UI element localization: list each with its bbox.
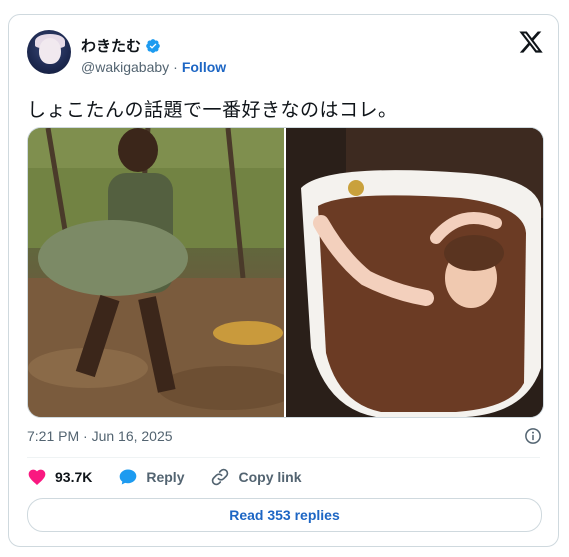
action-bar: 93.7K Reply Copy link	[27, 467, 302, 487]
reply-button[interactable]: Reply	[118, 467, 184, 487]
read-replies-button[interactable]: Read 353 replies	[27, 498, 542, 532]
tweet-text: しょこたんの話題で一番好きなのはコレ。	[27, 100, 398, 121]
follow-button[interactable]: Follow	[182, 59, 226, 75]
photo-cocoa-farm-illustration	[28, 128, 284, 417]
info-icon[interactable]	[524, 427, 542, 445]
divider	[27, 457, 540, 458]
avatar[interactable]	[27, 30, 71, 74]
photo-cocoa-farm[interactable]	[28, 128, 284, 417]
avatar-face	[39, 38, 61, 64]
like-count: 93.7K	[55, 469, 93, 485]
tweet-card: わきたむ @wakigababy · Follow しょこたんの話題で一番好きな…	[8, 14, 559, 547]
copy-link-button[interactable]: Copy link	[210, 467, 302, 487]
photo-chocolate-bath[interactable]	[286, 128, 543, 417]
photo-chocolate-bath-illustration	[286, 128, 543, 417]
tweet-timestamp[interactable]: 7:21 PM · Jun 16, 2025	[27, 428, 173, 444]
copy-link-label: Copy link	[238, 469, 302, 485]
handle-separator: ·	[173, 59, 178, 75]
x-logo-icon[interactable]	[518, 29, 544, 55]
verified-badge-icon	[146, 38, 160, 53]
reply-bubble-icon	[120, 469, 137, 485]
author-name-row: わきたむ	[81, 35, 161, 56]
author-display-name[interactable]: わきたむ	[81, 35, 141, 56]
reply-label: Reply	[146, 469, 185, 485]
like-button[interactable]: 93.7K	[27, 467, 92, 487]
author-handle-row: @wakigababy · Follow	[81, 59, 226, 75]
heart-icon	[28, 469, 46, 485]
author-handle[interactable]: @wakigababy	[81, 59, 169, 75]
link-icon	[212, 468, 229, 486]
media-grid[interactable]	[27, 127, 544, 418]
